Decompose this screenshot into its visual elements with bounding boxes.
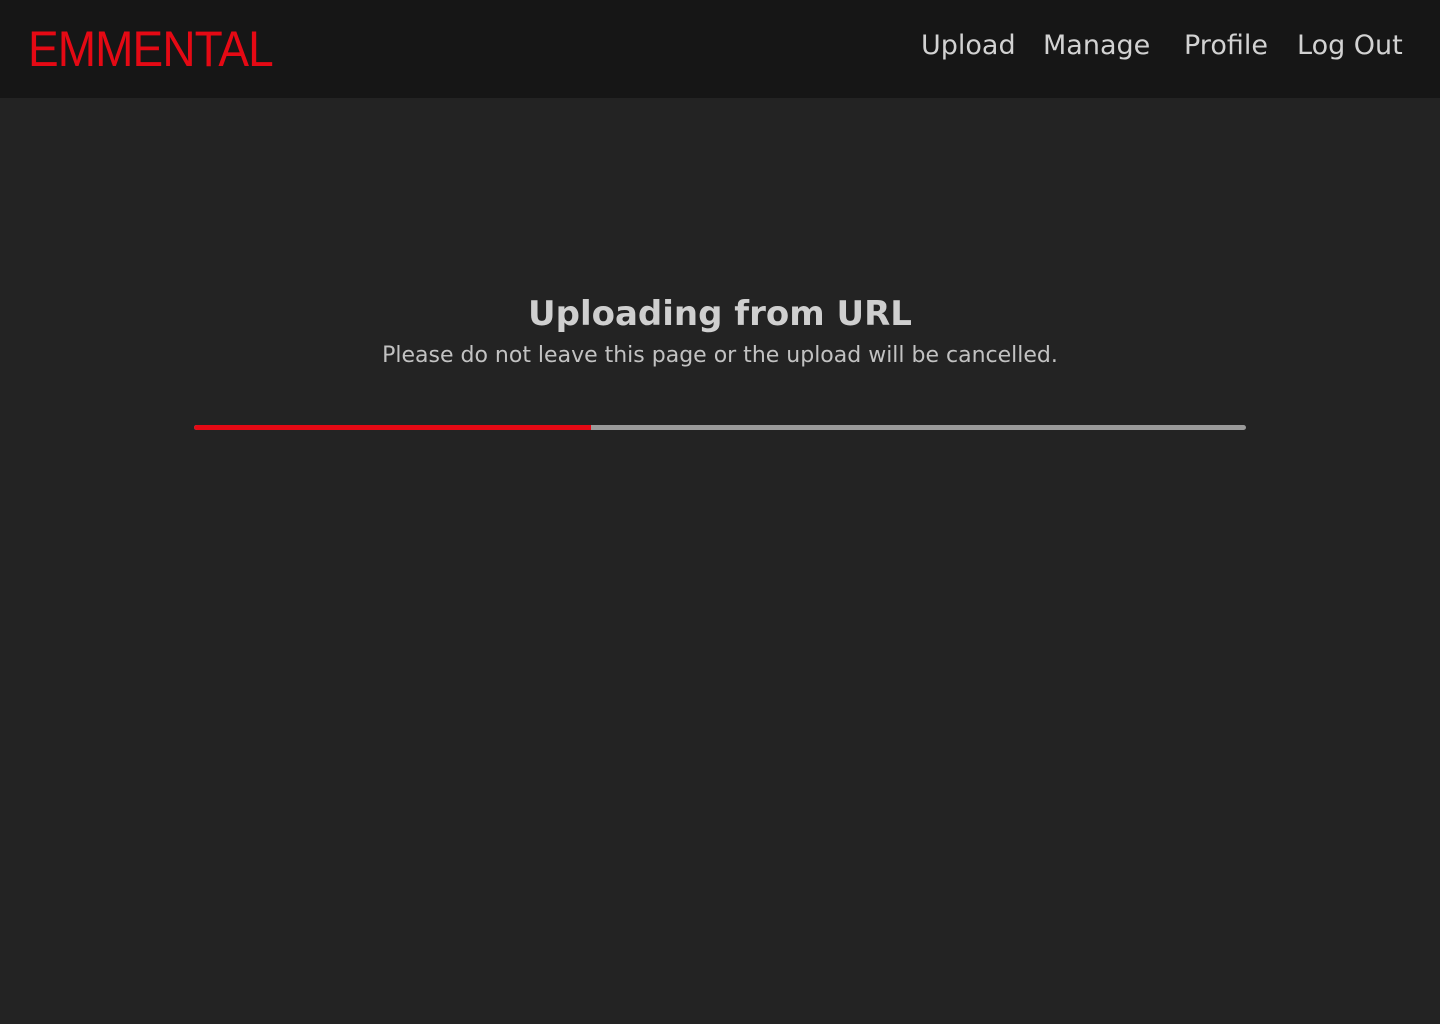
nav-upload-link[interactable]: Upload: [921, 28, 1016, 64]
top-navigation-bar: EMMENTAL Upload Manage Profile Log Out: [0, 0, 1440, 98]
nav-profile-link[interactable]: Profile: [1184, 28, 1268, 64]
upload-progress-fill: [194, 425, 591, 430]
upload-warning-text: Please do not leave this page or the upl…: [382, 343, 1058, 368]
nav-logout-link[interactable]: Log Out: [1297, 28, 1403, 64]
logo[interactable]: EMMENTAL: [28, 22, 274, 76]
nav-manage-link[interactable]: Manage: [1043, 28, 1150, 64]
upload-progress-bar: [194, 425, 1246, 430]
page-title: Uploading from URL: [528, 294, 912, 334]
